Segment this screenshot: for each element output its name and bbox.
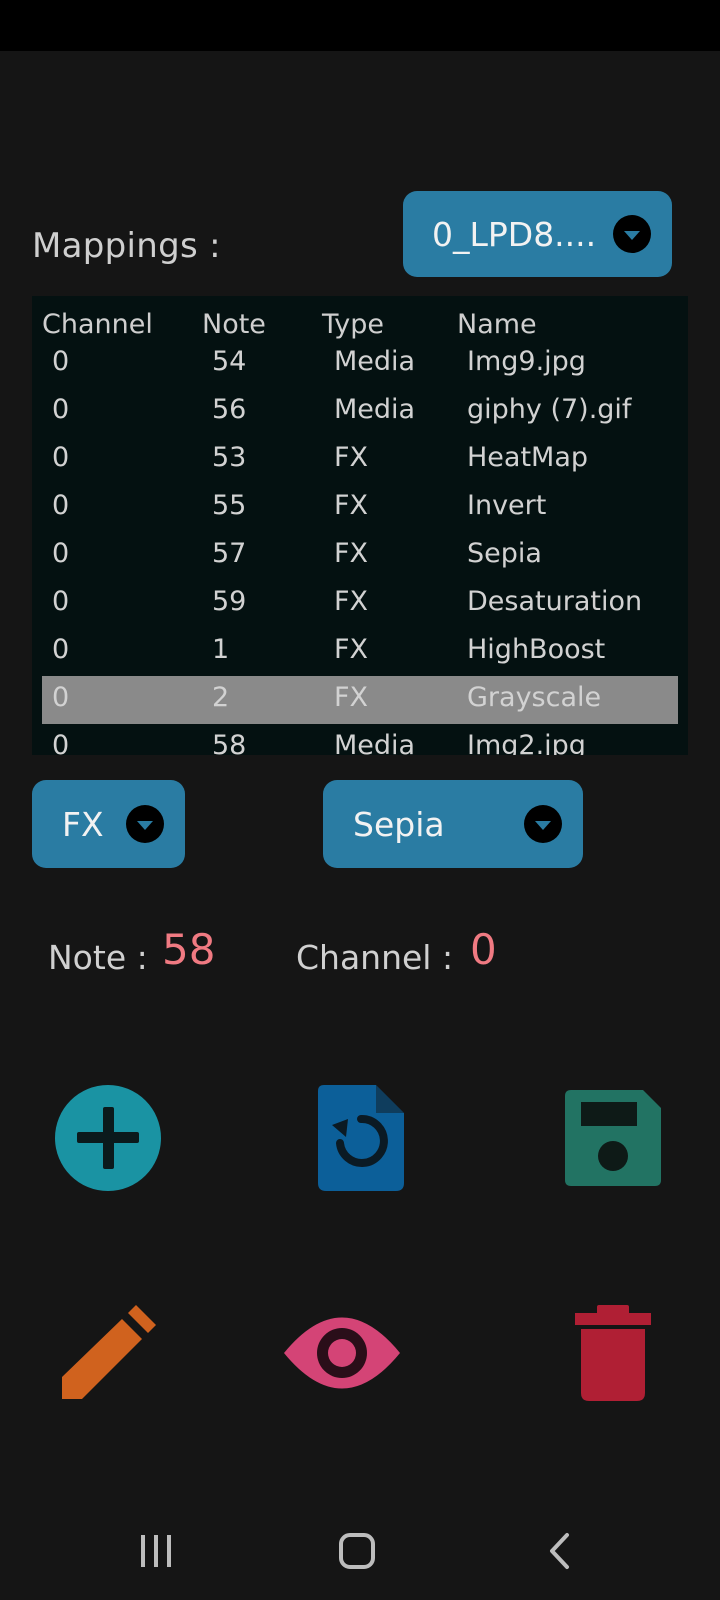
column-header-type: Type: [322, 309, 385, 340]
cell-type: FX: [334, 442, 369, 473]
table-row[interactable]: 0 57 FX Sepia: [42, 532, 678, 580]
cell-note: 56: [212, 394, 247, 425]
note-value: 58: [162, 925, 216, 974]
type-dropdown[interactable]: FX: [32, 780, 185, 868]
cell-note: 1: [212, 634, 230, 665]
cell-channel: 0: [52, 634, 70, 665]
chevron-down-icon: [126, 805, 164, 843]
trash-icon: [575, 1305, 651, 1401]
column-header-name: Name: [457, 309, 537, 340]
column-header-note: Note: [202, 309, 266, 340]
recent-apps-button[interactable]: [139, 1533, 173, 1573]
back-button[interactable]: [547, 1532, 571, 1574]
reload-file-icon: [318, 1085, 404, 1191]
table-row[interactable]: 0 55 FX Invert: [42, 484, 678, 532]
cell-name: Img2.jpg: [467, 730, 586, 755]
effect-dropdown[interactable]: Sepia: [323, 780, 583, 868]
cell-type: FX: [334, 634, 369, 665]
note-label: Note :: [48, 938, 148, 977]
chevron-down-icon: [524, 805, 562, 843]
edit-button[interactable]: [60, 1305, 156, 1401]
cell-note: 57: [212, 538, 247, 569]
add-button[interactable]: [55, 1085, 161, 1191]
status-bar: [0, 0, 720, 51]
table-row-selected[interactable]: 0 2 FX Grayscale: [42, 676, 678, 724]
table-row[interactable]: 0 59 FX Desaturation: [42, 580, 678, 628]
device-dropdown[interactable]: 0_LPD8....: [403, 191, 672, 277]
table-row[interactable]: 0 56 Media giphy (7).gif: [42, 388, 678, 436]
preview-button[interactable]: [284, 1312, 400, 1394]
back-icon: [550, 1533, 569, 1569]
cell-note: 54: [212, 346, 247, 377]
cell-name: HighBoost: [467, 634, 606, 665]
save-icon: [565, 1090, 661, 1186]
mappings-label: Mappings :: [32, 226, 221, 266]
cell-channel: 0: [52, 682, 70, 713]
eye-icon: [284, 1317, 400, 1389]
cell-type: Media: [334, 730, 416, 755]
channel-label: Channel :: [296, 938, 454, 977]
cell-note: 53: [212, 442, 247, 473]
table-row[interactable]: 0 58 Media Img2.jpg: [42, 724, 678, 755]
chevron-down-icon: [613, 215, 651, 253]
effect-dropdown-label: Sepia: [353, 804, 445, 844]
cell-name: Desaturation: [467, 586, 643, 617]
cell-name: Sepia: [467, 538, 542, 569]
table-row[interactable]: 0 54 Media Img9.jpg: [42, 340, 678, 388]
cell-channel: 0: [52, 586, 70, 617]
mappings-table[interactable]: Channel Note Type Name 0 54 Media Img9.j…: [32, 296, 688, 755]
cell-name: HeatMap: [467, 442, 589, 473]
cell-name: Grayscale: [467, 682, 602, 713]
cell-type: FX: [334, 538, 369, 569]
cell-note: 58: [212, 730, 247, 755]
delete-button[interactable]: [575, 1305, 651, 1401]
cell-name: Invert: [467, 490, 547, 521]
cell-type: Media: [334, 346, 416, 377]
column-header-channel: Channel: [42, 309, 153, 340]
cell-type: FX: [334, 490, 369, 521]
table-row[interactable]: 0 53 FX HeatMap: [42, 436, 678, 484]
cell-name: Img9.jpg: [467, 346, 586, 377]
cell-type: FX: [334, 682, 369, 713]
cell-name: giphy (7).gif: [467, 394, 632, 425]
channel-value: 0: [470, 925, 497, 974]
cell-channel: 0: [52, 538, 70, 569]
home-icon: [339, 1533, 375, 1569]
cell-note: 55: [212, 490, 247, 521]
reload-mappings-button[interactable]: [318, 1085, 404, 1191]
device-dropdown-label: 0_LPD8....: [432, 214, 597, 254]
cell-note: 59: [212, 586, 247, 617]
add-icon: [55, 1085, 161, 1191]
table-row[interactable]: 0 1 FX HighBoost: [42, 628, 678, 676]
cell-channel: 0: [52, 442, 70, 473]
cell-note: 2: [212, 682, 230, 713]
save-button[interactable]: [565, 1090, 661, 1186]
cell-channel: 0: [52, 730, 70, 755]
cell-channel: 0: [52, 346, 70, 377]
cell-type: Media: [334, 394, 416, 425]
pencil-icon: [62, 1305, 156, 1399]
cell-channel: 0: [52, 490, 70, 521]
type-dropdown-label: FX: [62, 804, 104, 844]
recent-apps-icon: [141, 1535, 171, 1567]
home-button[interactable]: [338, 1532, 376, 1574]
cell-channel: 0: [52, 394, 70, 425]
cell-type: FX: [334, 586, 369, 617]
